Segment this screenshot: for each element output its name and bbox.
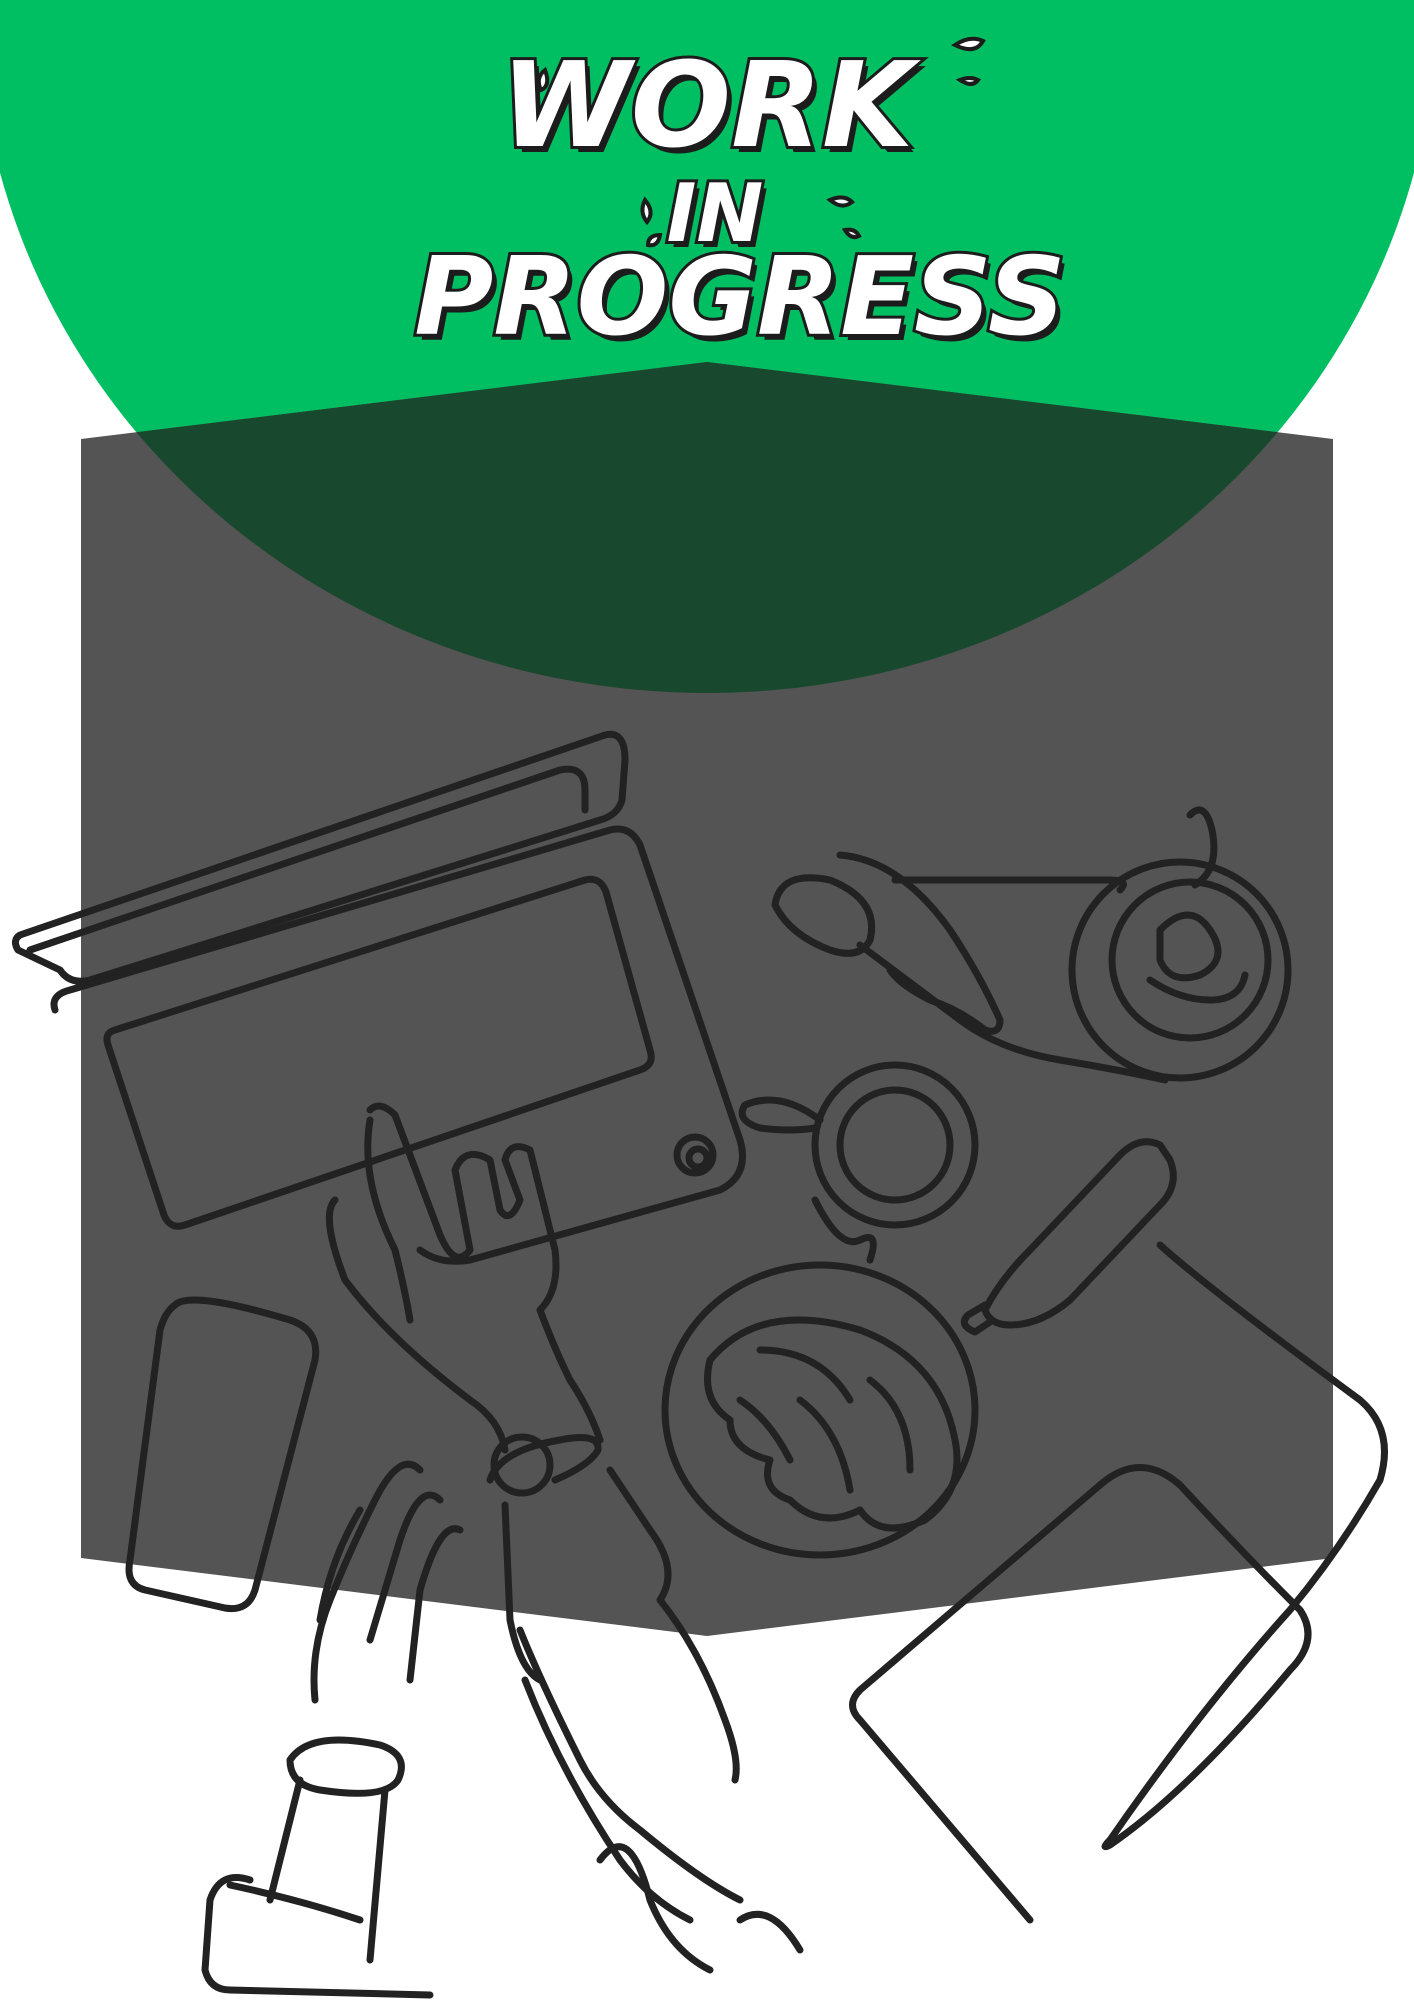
title-line1: WORK bbox=[501, 36, 921, 174]
title-line3: PROGRESS bbox=[414, 235, 1065, 360]
right-sleeve-cloth bbox=[226, 1843, 804, 1974]
poster-canvas: WORK WORK IN IN PROGRESS PROGRESS bbox=[0, 0, 1414, 1999]
right-sleeve-cuff bbox=[286, 1736, 405, 1797]
